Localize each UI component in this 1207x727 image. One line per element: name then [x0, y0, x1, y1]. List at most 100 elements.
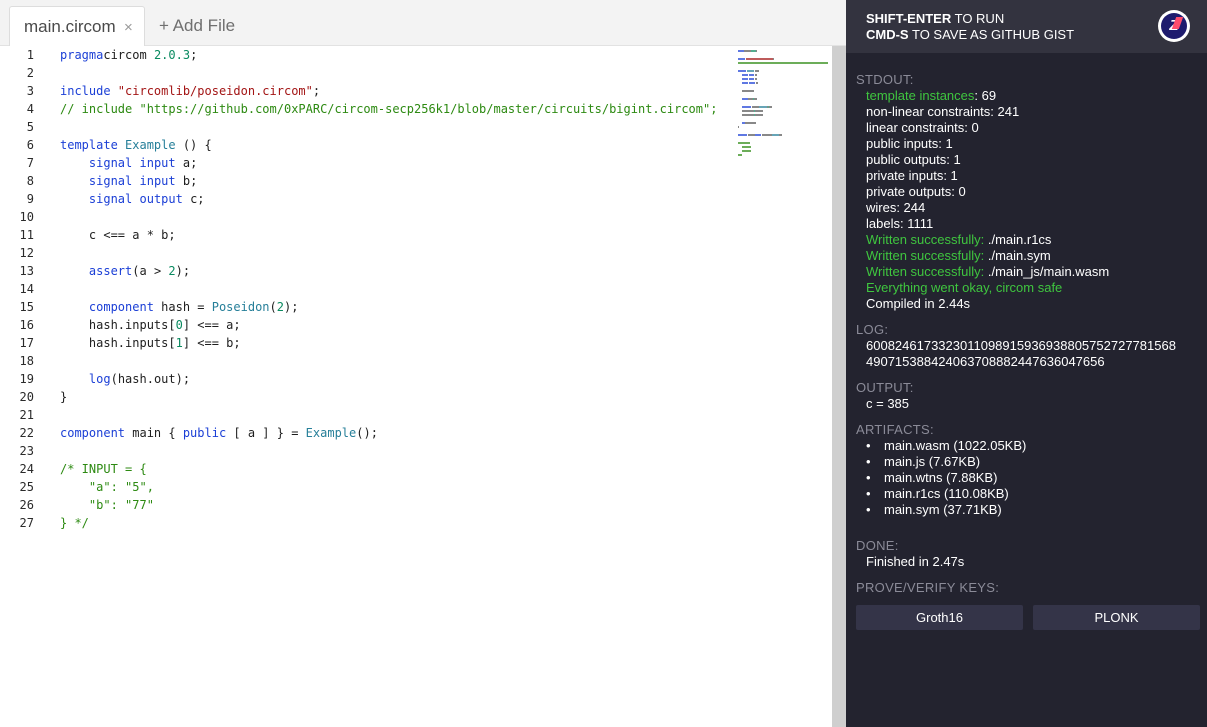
- code-line[interactable]: 4 // include "https://github.com/0xPARC/c…: [0, 100, 730, 118]
- tab-main-circom[interactable]: main.circom ×: [9, 6, 145, 47]
- code-token: include: [60, 84, 111, 98]
- code-line[interactable]: 17 hash.inputs[1] <== b;: [0, 334, 730, 352]
- code-line[interactable]: 20}: [0, 388, 730, 406]
- minimap-line: [738, 62, 828, 64]
- plonk-button[interactable]: PLONK: [1033, 605, 1200, 630]
- code-line[interactable]: 5: [0, 118, 730, 136]
- line-number: 14: [19, 282, 34, 296]
- artifact-item[interactable]: • main.wasm (1022.05KB): [866, 438, 1166, 454]
- add-file-button[interactable]: + Add File: [159, 16, 235, 36]
- stdout-label: public outputs: 1: [866, 152, 961, 167]
- code-line[interactable]: 14: [0, 280, 730, 298]
- code-line[interactable]: 21: [0, 406, 730, 424]
- code-line[interactable]: 11 c <== a * b;: [0, 226, 730, 244]
- line-number: 26: [19, 498, 34, 512]
- code-line[interactable]: 18: [0, 352, 730, 370]
- code-line[interactable]: 24 /* INPUT = {: [0, 460, 730, 478]
- code-line[interactable]: 16 hash.inputs[0] <== a;: [0, 316, 730, 334]
- code-token: [ a ] } =: [226, 426, 306, 440]
- stdout-label: public inputs: 1: [866, 136, 953, 151]
- minimap-line: [742, 146, 751, 148]
- code-line[interactable]: 12: [0, 244, 730, 262]
- artifact-item[interactable]: • main.sym (37.71KB): [866, 502, 1166, 518]
- line-code: signal input b;: [60, 172, 197, 190]
- code-line[interactable]: 26 "b": "77": [0, 496, 730, 514]
- minimap-line: [746, 58, 773, 60]
- line-number: 5: [26, 120, 34, 134]
- artifacts-title: ARTIFACTS:: [856, 422, 934, 437]
- code-token: log: [88, 372, 111, 386]
- line-number: 10: [19, 210, 34, 224]
- code-token: } */: [60, 516, 89, 530]
- minimap-line: [747, 70, 754, 72]
- minimap-line: [738, 58, 745, 60]
- stdout-line: Written successfully: ./main.r1cs: [866, 232, 1051, 248]
- code-token: 1: [175, 336, 183, 350]
- minimap-line: [779, 134, 782, 136]
- code-line[interactable]: 3 include "circomlib/poseidon.circom";: [0, 82, 730, 100]
- tab-label: main.circom: [24, 17, 116, 36]
- line-number: 18: [19, 354, 34, 368]
- code-token: template: [60, 138, 118, 152]
- artifact-item[interactable]: • main.wtns (7.88KB): [866, 470, 1166, 486]
- code-line[interactable]: 15 component hash = Poseidon(2);: [0, 298, 730, 316]
- code-line[interactable]: 8 signal input b;: [0, 172, 730, 190]
- stdout-line: Written successfully: ./main.sym: [866, 248, 1051, 264]
- stdout-label: labels: 1111: [866, 216, 934, 231]
- line-number: 15: [19, 300, 34, 314]
- minimap-line: [742, 114, 754, 116]
- code-line[interactable]: 23: [0, 442, 730, 460]
- artifact-item[interactable]: • main.r1cs (110.08KB): [866, 486, 1166, 502]
- close-icon[interactable]: ×: [124, 19, 133, 36]
- code-line[interactable]: 6 template Example () {: [0, 136, 730, 154]
- stdout-line: labels: 1111: [866, 216, 933, 232]
- code-line[interactable]: 13 assert(a > 2);: [0, 262, 730, 280]
- line-number: 22: [19, 426, 34, 440]
- minimap-line: [755, 74, 757, 76]
- code-line[interactable]: 25 "a": "5",: [0, 478, 730, 496]
- stdout-label: template instances: [866, 88, 975, 103]
- code-line[interactable]: 22 component main { public [ a ] } = Exam…: [0, 424, 730, 442]
- run-hint: SHIFT-ENTER TO RUN: [866, 11, 1004, 26]
- artifact-item[interactable]: • main.js (7.67KB): [866, 454, 1166, 470]
- line-code: pragmacircom 2.0.3;: [60, 46, 197, 64]
- minimap-line: [738, 142, 750, 144]
- code-token: Example: [305, 426, 357, 440]
- line-code: signal output c;: [60, 190, 205, 208]
- code-line[interactable]: 7 signal input a;: [0, 154, 730, 172]
- code-token: ;: [312, 84, 321, 98]
- code-line[interactable]: 9 signal output c;: [0, 190, 730, 208]
- code-line[interactable]: 2: [0, 64, 730, 82]
- code-token: c;: [182, 192, 205, 206]
- bullet-icon: •: [866, 470, 871, 485]
- code-editor[interactable]: 1 pragmacircom 2.0.3; 2 3 include "circomlib…: [0, 46, 730, 727]
- code-token: 2: [276, 300, 284, 314]
- artifact-label: main.r1cs (110.08KB): [884, 486, 1009, 501]
- code-token: output: [132, 192, 183, 206]
- code-token: 0: [175, 318, 183, 332]
- minimap[interactable]: [735, 46, 831, 727]
- code-token: circom: [103, 48, 154, 62]
- code-line[interactable]: 27} */: [0, 514, 730, 532]
- line-code: signal input a;: [60, 154, 197, 172]
- line-number: 11: [19, 228, 34, 242]
- done-title: DONE:: [856, 538, 899, 553]
- minimap-line: [742, 106, 751, 108]
- vertical-scrollbar[interactable]: [832, 46, 846, 727]
- code-line[interactable]: 1 pragmacircom 2.0.3;: [0, 46, 730, 64]
- groth16-button[interactable]: Groth16: [856, 605, 1023, 630]
- code-token: /* INPUT = {: [60, 462, 147, 476]
- minimap-line: [755, 70, 759, 72]
- minimap-line: [752, 106, 759, 108]
- code-token: input: [132, 174, 176, 188]
- minimap-line: [744, 50, 751, 52]
- minimap-line: [738, 70, 746, 72]
- line-number: 16: [19, 318, 34, 332]
- run-shortcut: SHIFT-ENTER: [866, 11, 952, 26]
- code-line[interactable]: 19 log(hash.out);: [0, 370, 730, 388]
- minimap-line: [748, 134, 755, 136]
- code-line[interactable]: 10: [0, 208, 730, 226]
- code-token: main {: [125, 426, 183, 440]
